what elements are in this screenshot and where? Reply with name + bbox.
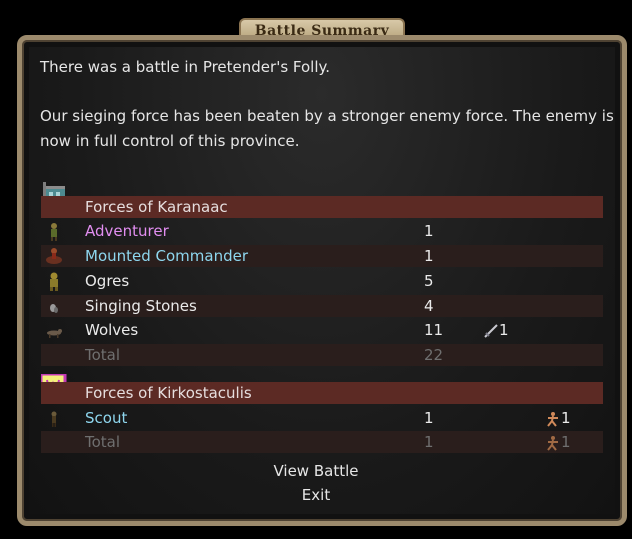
battle-location-text: There was a battle in Pretender's Folly. bbox=[40, 58, 331, 76]
unit-count: 4 bbox=[424, 297, 434, 315]
total-count: 1 bbox=[424, 433, 434, 451]
battle-result-line-2: now in full control of this province. bbox=[40, 132, 300, 150]
unit-name: Wolves bbox=[85, 321, 139, 339]
side2-header-row: Forces of Kirkostaculis bbox=[41, 382, 603, 404]
adventurer-icon bbox=[51, 223, 57, 241]
total-label: Total bbox=[85, 346, 121, 364]
fleeing-icon bbox=[547, 435, 558, 451]
unit-name: Mounted Commander bbox=[85, 247, 249, 265]
side2-total-row: Total 1 1 bbox=[41, 431, 603, 453]
killed-count: 1 bbox=[483, 319, 509, 341]
scout-icon bbox=[51, 411, 57, 427]
exit-button[interactable]: Exit bbox=[0, 486, 632, 504]
unit-name: Adventurer bbox=[85, 222, 169, 240]
side1-header: Forces of Karanaac bbox=[85, 198, 228, 216]
ogre-icon bbox=[50, 272, 58, 291]
unit-name: Ogres bbox=[85, 272, 130, 290]
sword-killed-icon bbox=[484, 323, 498, 338]
unit-count: 1 bbox=[424, 247, 434, 265]
unit-count: 1 bbox=[424, 222, 434, 240]
side2-header: Forces of Kirkostaculis bbox=[85, 384, 252, 402]
unit-row[interactable]: Mounted Commander 1 bbox=[41, 245, 603, 267]
side1-total-row: Total 22 bbox=[41, 344, 603, 366]
side1-header-row: Forces of Karanaac bbox=[41, 196, 603, 218]
unit-row[interactable]: Singing Stones 4 bbox=[41, 295, 603, 317]
unit-row[interactable]: Adventurer 1 bbox=[41, 220, 603, 242]
total-count: 22 bbox=[424, 346, 444, 364]
battle-result-line-1: Our sieging force has been beaten by a s… bbox=[40, 107, 614, 125]
stone-icon bbox=[50, 304, 58, 313]
unit-row[interactable]: Wolves 11 1 bbox=[41, 319, 603, 341]
unit-name: Singing Stones bbox=[85, 297, 197, 315]
wolf-icon bbox=[47, 329, 62, 338]
total-label: Total bbox=[85, 433, 121, 451]
unit-count: 1 bbox=[424, 409, 434, 427]
killed-count-value: 1 bbox=[499, 321, 509, 339]
unit-row[interactable]: Ogres 5 bbox=[41, 270, 603, 292]
total-fled-count: 1 bbox=[545, 431, 571, 453]
fleeing-icon bbox=[547, 411, 558, 427]
total-fled-value: 1 bbox=[561, 433, 571, 451]
fled-count: 1 bbox=[545, 407, 571, 429]
unit-count: 5 bbox=[424, 272, 434, 290]
mounted-commander-icon bbox=[46, 248, 62, 264]
fled-count-value: 1 bbox=[561, 409, 571, 427]
unit-name: Scout bbox=[85, 409, 128, 427]
unit-row[interactable]: Scout 1 1 bbox=[41, 407, 603, 429]
view-battle-button[interactable]: View Battle bbox=[0, 462, 632, 480]
unit-count: 11 bbox=[424, 321, 444, 339]
